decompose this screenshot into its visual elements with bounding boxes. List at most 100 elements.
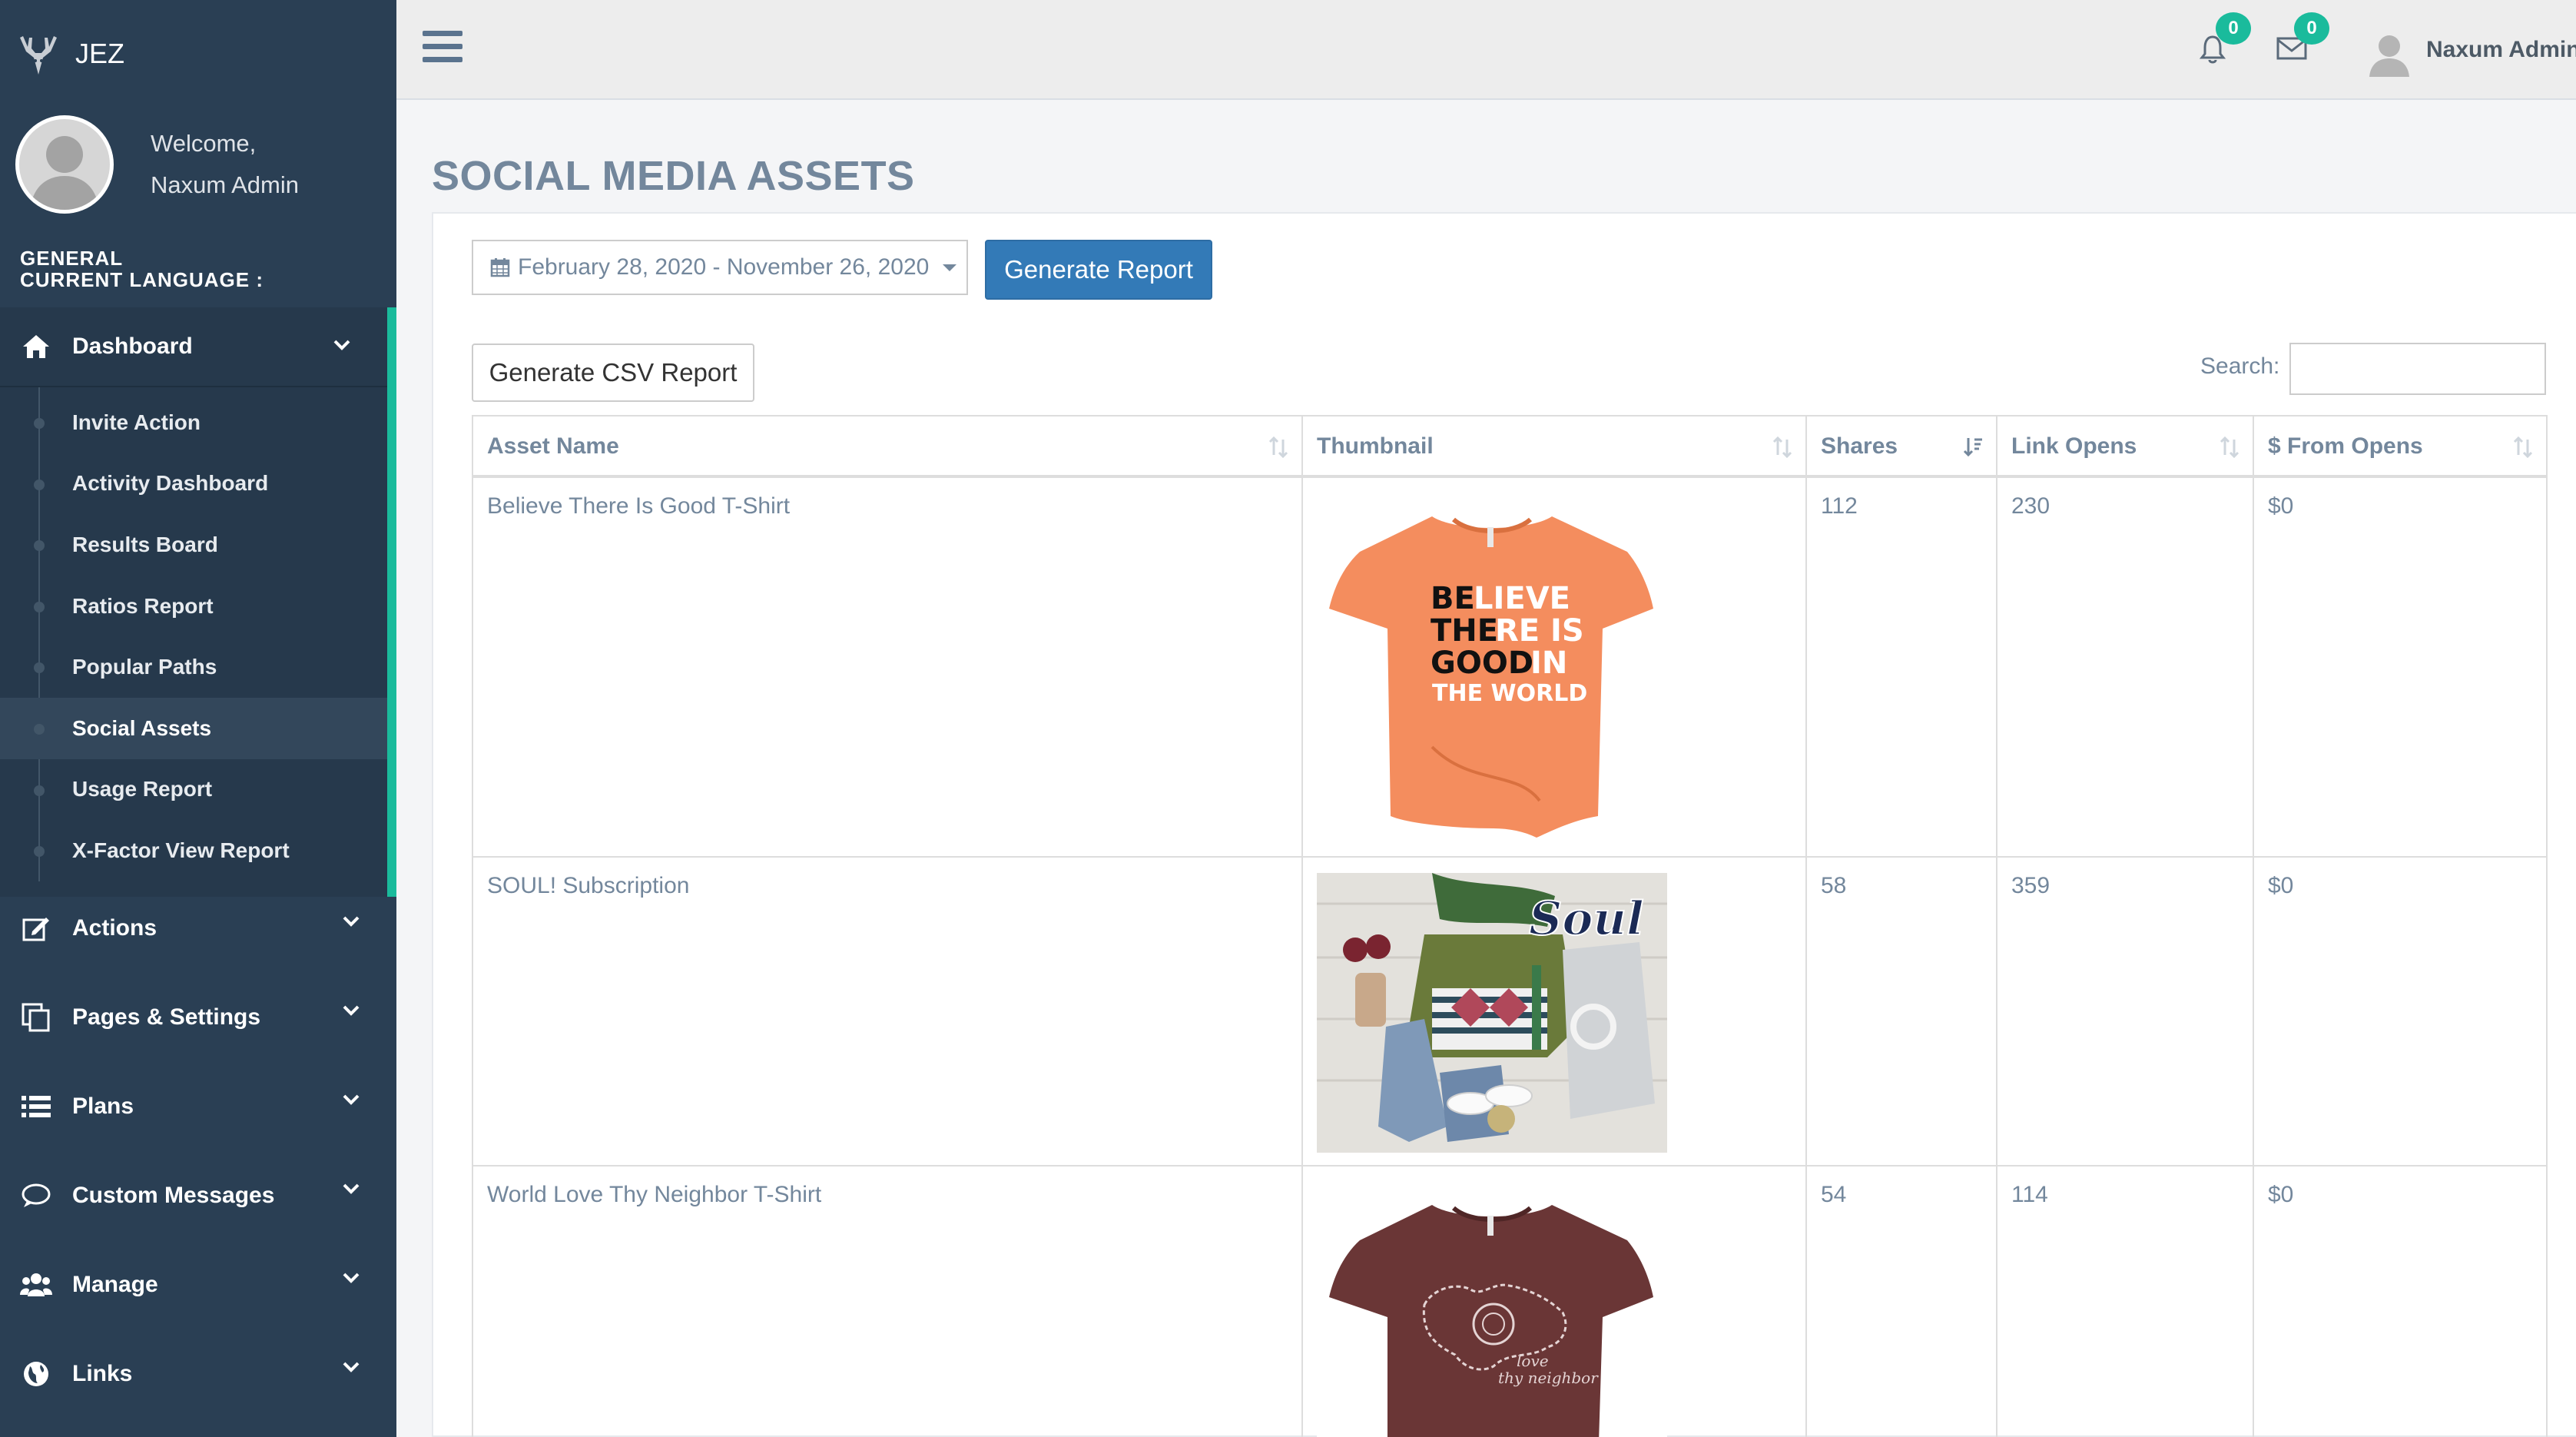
sidebar-item-actions[interactable]: Actions xyxy=(0,884,396,973)
search-input[interactable] xyxy=(2289,343,2546,395)
sort-icon xyxy=(2513,436,2533,458)
soul-logo-text: Soul xyxy=(1529,892,1644,946)
search-label: Search: xyxy=(2200,353,2280,379)
col-from-opens[interactable]: $ From Opens xyxy=(2254,416,2548,476)
dashboard-submenu: Invite Action Activity Dashboard Results… xyxy=(0,387,387,897)
sidebar-item-plans[interactable]: Plans xyxy=(0,1062,396,1151)
assets-table: Asset Name Thumbnail Shares Link Opens $… xyxy=(472,415,2548,1437)
chevron-down-icon xyxy=(343,1183,360,1194)
avatar xyxy=(15,115,114,214)
dashboard-group: Dashboard Invite Action Activity Dashboa… xyxy=(0,307,396,897)
table-row: World Love Thy Neighbor T-Shirt love thy… xyxy=(473,1167,2548,1437)
shirt-text-in: IN xyxy=(1530,645,1567,681)
profile: Welcome, Naxum Admin xyxy=(15,115,299,214)
sidebar-item-links[interactable]: Links xyxy=(0,1329,396,1419)
shirt-text-thy-neighbor: thy neighbor xyxy=(1498,1369,1599,1387)
header-label: Link Opens xyxy=(2011,433,2137,459)
shirt-text-lieve: LIEVE xyxy=(1474,581,1570,616)
sidebar-item-label: Custom Messages xyxy=(72,1183,275,1208)
cell-link-opens: 114 xyxy=(1997,1167,2254,1437)
orange-tshirt-thumbnail: BE LIEVE THE RE IS GOOD IN THE WORLD xyxy=(1317,493,1667,844)
cell-from-opens: $0 xyxy=(2254,1167,2548,1437)
notifications-badge: 0 xyxy=(2216,12,2251,45)
list-icon xyxy=(20,1090,52,1123)
cell-shares: 54 xyxy=(1807,1167,1997,1437)
sidebar-item-label: Links xyxy=(72,1361,133,1386)
col-shares[interactable]: Shares xyxy=(1807,416,1997,476)
shirt-text-love: love xyxy=(1517,1352,1549,1370)
chevron-down-icon xyxy=(343,1273,360,1283)
date-range-text: February 28, 2020 - November 26, 2020 xyxy=(518,254,930,280)
cell-link-opens: 359 xyxy=(1997,858,2254,1165)
menu-toggle-icon[interactable] xyxy=(423,31,462,66)
col-thumbnail[interactable]: Thumbnail xyxy=(1303,416,1807,476)
chevron-down-icon xyxy=(343,916,360,927)
header-label: Shares xyxy=(1821,433,1898,459)
sidebar-item-dashboard[interactable]: Dashboard xyxy=(0,307,387,387)
header-label: $ From Opens xyxy=(2268,433,2423,459)
sidebar-item-invite-action[interactable]: Invite Action xyxy=(0,392,387,453)
chevron-down-icon xyxy=(343,1005,360,1016)
sidebar-item-usage-report[interactable]: Usage Report xyxy=(0,759,387,821)
date-range-picker[interactable]: February 28, 2020 - November 26, 2020 xyxy=(472,240,968,295)
users-icon xyxy=(20,1269,52,1301)
sort-icon xyxy=(2220,436,2239,458)
caret-down-icon xyxy=(943,264,957,271)
cell-thumbnail: Soul xyxy=(1303,858,1807,1165)
sidebar-item-label: Pages & Settings xyxy=(72,1004,261,1030)
sidebar-item-manage[interactable]: Manage xyxy=(0,1240,396,1329)
shirt-text-good: GOOD xyxy=(1431,645,1533,681)
section-general: GENERAL xyxy=(20,247,124,270)
menu-section-title: GENERAL CURRENT LANGUAGE : xyxy=(20,247,264,290)
cell-asset-name: SOUL! Subscription xyxy=(473,858,1303,1165)
home-icon xyxy=(20,330,52,363)
table-header: Asset Name Thumbnail Shares Link Opens $… xyxy=(473,415,2548,478)
welcome-text: Welcome, xyxy=(151,130,257,157)
sidebar-item-label: Dashboard xyxy=(72,334,193,359)
user-silhouette-icon xyxy=(19,119,110,210)
cell-shares: 112 xyxy=(1807,478,1997,856)
sidebar-item-popular-paths[interactable]: Popular Paths xyxy=(0,636,387,698)
brand-name: JEZ xyxy=(75,38,125,69)
calendar-icon xyxy=(490,258,510,277)
cell-from-opens: $0 xyxy=(2254,858,2548,1165)
cell-thumbnail: love thy neighbor xyxy=(1303,1167,1807,1437)
generate-csv-button[interactable]: Generate CSV Report xyxy=(472,343,754,402)
chevron-down-icon xyxy=(343,1362,360,1372)
edit-icon xyxy=(20,912,52,944)
sidebar-item-custom-messages[interactable]: Custom Messages xyxy=(0,1151,396,1240)
cell-thumbnail: BE LIEVE THE RE IS GOOD IN THE WORLD xyxy=(1303,478,1807,856)
col-link-opens[interactable]: Link Opens xyxy=(1997,416,2254,476)
header-label: Thumbnail xyxy=(1317,433,1434,459)
section-language: CURRENT LANGUAGE : xyxy=(20,268,264,291)
user-menu[interactable]: Naxum Admin xyxy=(2426,37,2576,63)
brand[interactable]: JEZ xyxy=(15,23,124,85)
sidebar-item-xfactor-view-report[interactable]: X-Factor View Report xyxy=(0,820,387,881)
sidebar: JEZ Welcome, Naxum Admin GENERAL CURRENT… xyxy=(0,0,396,1437)
cell-asset-name: World Love Thy Neighbor T-Shirt xyxy=(473,1167,1303,1437)
generate-report-button[interactable]: Generate Report xyxy=(985,240,1212,300)
sidebar-item-ratios-report[interactable]: Ratios Report xyxy=(0,576,387,637)
sidebar-item-results-board[interactable]: Results Board xyxy=(0,514,387,576)
user-avatar-icon[interactable] xyxy=(2365,28,2414,77)
sidebar-item-label: Manage xyxy=(72,1272,158,1297)
sidebar-item-label: Plans xyxy=(72,1094,134,1119)
copy-icon xyxy=(20,1001,52,1034)
thumbnail-image[interactable]: love thy neighbor xyxy=(1317,1182,1667,1437)
chevron-down-icon xyxy=(333,340,350,350)
shirt-text-the-world: THE WORLD xyxy=(1432,680,1587,707)
sidebar-item-social-assets[interactable]: Social Assets xyxy=(0,697,387,759)
messages-badge: 0 xyxy=(2294,12,2329,45)
sidebar-item-activity-dashboard[interactable]: Activity Dashboard xyxy=(0,453,387,515)
header-label: Asset Name xyxy=(487,433,619,459)
col-asset-name[interactable]: Asset Name xyxy=(473,416,1303,476)
cell-asset-name: Believe There Is Good T-Shirt xyxy=(473,478,1303,856)
thumbnail-image[interactable]: Soul xyxy=(1317,873,1667,1153)
sidebar-item-pages-settings[interactable]: Pages & Settings xyxy=(0,973,396,1062)
table-row: SOUL! Subscription Soul 58 359 $0 xyxy=(473,858,2548,1167)
sidebar-item-label: Actions xyxy=(72,915,157,941)
sort-icon xyxy=(1772,436,1792,458)
profile-name: Naxum Admin xyxy=(151,171,299,198)
thumbnail-image[interactable]: BE LIEVE THE RE IS GOOD IN THE WORLD xyxy=(1317,493,1667,844)
table-row: Believe There Is Good T-Shirt BE LIEVE T… xyxy=(473,478,2548,858)
